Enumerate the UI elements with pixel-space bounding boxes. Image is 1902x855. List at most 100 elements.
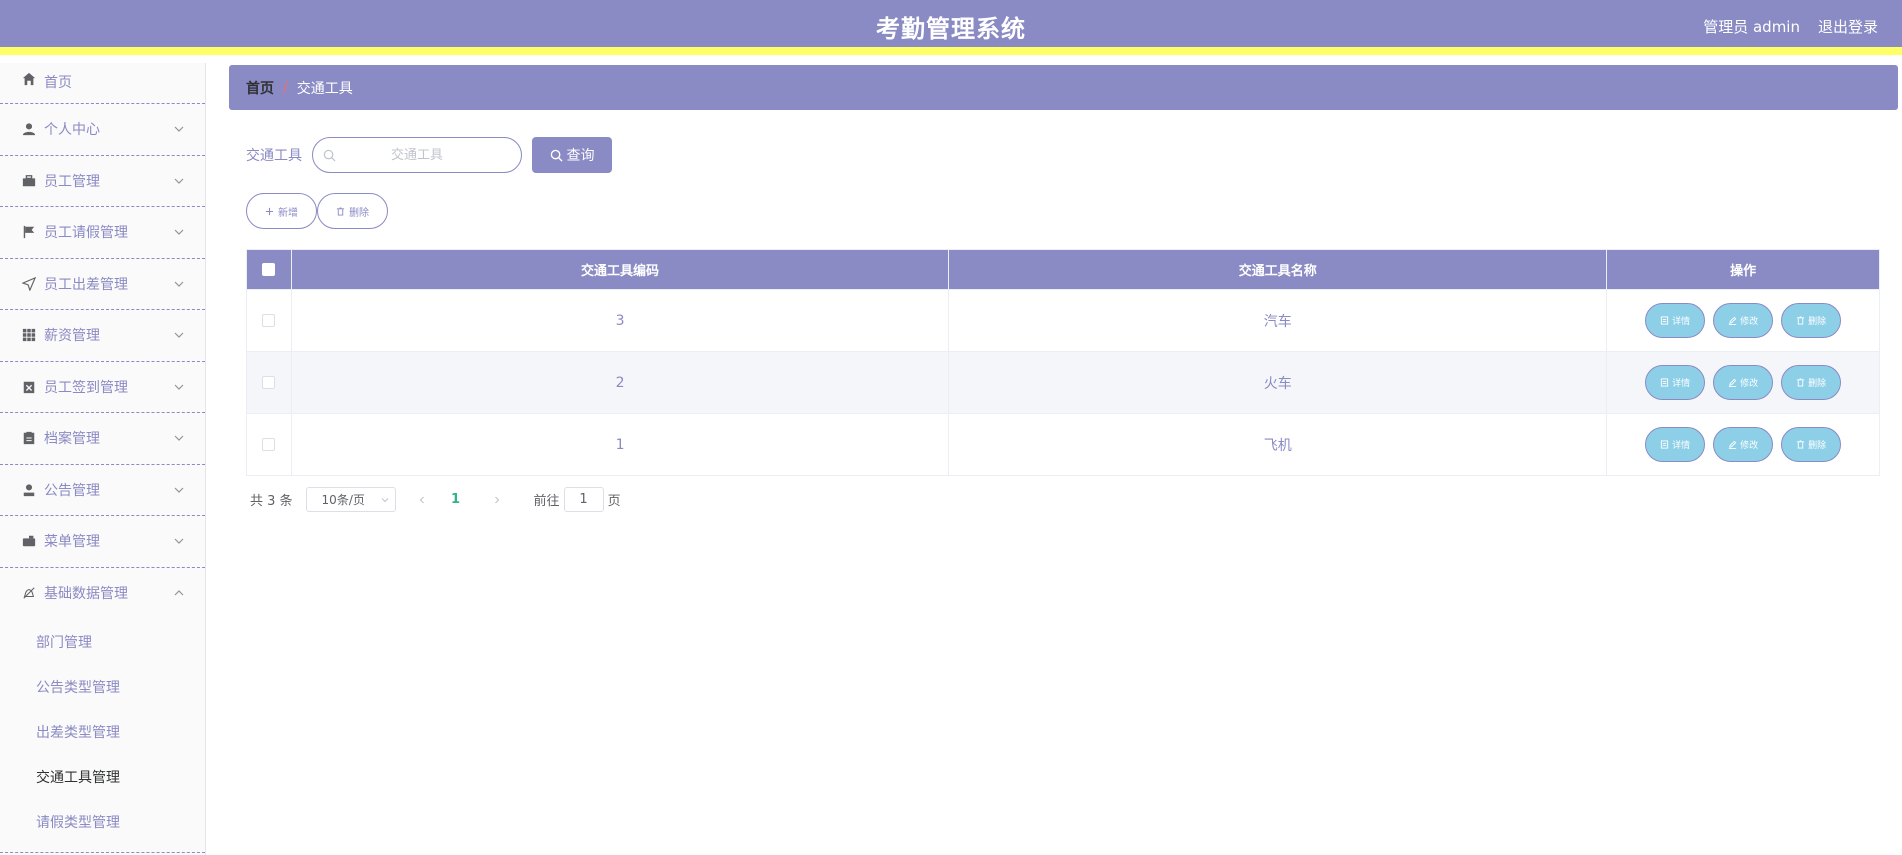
sidebar-item-label: 菜单管理 (44, 534, 100, 551)
top-header: 考勤管理系统 管理员 admin 退出登录 (0, 0, 1902, 55)
grid-icon (22, 328, 36, 342)
sidebar-item-personal-center[interactable]: 个人中心 (0, 104, 205, 156)
search-bar: 交通工具 查询 (246, 137, 612, 173)
column-header-actions: 操作 (1730, 264, 1757, 279)
chevron-down-icon (174, 384, 184, 390)
row-checkbox[interactable] (262, 314, 276, 327)
cell-code: 2 (292, 352, 950, 413)
sidebar-item-basic-data[interactable]: 基础数据管理 (0, 568, 205, 620)
sidebar-subitem-trip-type[interactable]: 出差类型管理 (0, 711, 205, 756)
batch-delete-button-label: 删除 (349, 207, 369, 219)
chevron-down-icon (174, 178, 184, 184)
next-page-button[interactable] (483, 487, 511, 512)
chevron-down-icon (174, 229, 184, 236)
page-size-select[interactable]: 10条/页 (305, 487, 396, 512)
edit-button-label: 修改 (1740, 441, 1759, 451)
transport-table: 交通工具编码 交通工具名称 操作 3 汽车 详情 修改 删除 2 火车 详情 修… (246, 249, 1880, 476)
sidebar-item-notice[interactable]: 公告管理 (0, 465, 205, 516)
sidebar-subitem-leave-type[interactable]: 请假类型管理 (0, 801, 205, 846)
briefcase-icon (22, 174, 36, 188)
column-header-code[interactable]: 交通工具编码 (292, 250, 950, 289)
search-icon (323, 149, 336, 162)
sidebar-item-business-trip[interactable]: 员工出差管理 (0, 259, 205, 310)
query-button-label: 查询 (566, 148, 595, 164)
trash-icon (1797, 316, 1805, 325)
detail-button[interactable]: 详情 (1645, 427, 1706, 462)
trash-icon (336, 206, 345, 216)
trash-icon (1797, 440, 1805, 449)
delete-button-label: 删除 (1808, 317, 1827, 327)
sidebar-item-label: 档案管理 (44, 431, 100, 448)
sidebar-item-label: 员工管理 (44, 173, 100, 190)
column-header-name[interactable]: 交通工具名称 (949, 250, 1608, 289)
sidebar-item-home[interactable]: 首页 (0, 63, 205, 104)
sidebar-subitem-transport[interactable]: 交通工具管理 (0, 756, 205, 801)
chevron-down-icon (174, 435, 184, 442)
add-button-label: 新增 (278, 207, 298, 219)
edit-icon (1729, 378, 1737, 387)
edit-button[interactable]: 修改 (1713, 427, 1774, 462)
chevron-left-icon (419, 496, 424, 503)
cell-name: 汽车 (949, 290, 1608, 351)
edit-button-label: 修改 (1740, 379, 1759, 389)
select-all-checkbox[interactable] (262, 263, 276, 276)
sidebar-item-sign-in[interactable]: 员工签到管理 (0, 362, 205, 413)
breadcrumb: 首页 / 交通工具 (229, 65, 1898, 110)
sidebar-item-menu[interactable]: 菜单管理 (0, 516, 205, 568)
goto-page-input[interactable] (563, 487, 604, 512)
delete-button[interactable]: 删除 (1781, 427, 1842, 462)
row-checkbox[interactable] (262, 438, 276, 451)
logout-button[interactable]: 退出登录 (1818, 16, 1878, 37)
wallet-icon (22, 534, 36, 548)
sidebar-item-salary[interactable]: 薪资管理 (0, 310, 205, 362)
page-number-current[interactable]: 1 (441, 492, 471, 507)
search-icon (550, 149, 563, 162)
sidebar-subitem-notice-type[interactable]: 公告类型管理 (0, 666, 205, 711)
batch-delete-button[interactable]: 删除 (317, 193, 388, 229)
delete-button[interactable]: 删除 (1781, 365, 1842, 400)
search-input[interactable] (313, 138, 521, 172)
delete-button[interactable]: 删除 (1781, 303, 1842, 338)
detail-button[interactable]: 详情 (1645, 303, 1706, 338)
sidebar-item-leave[interactable]: 员工请假管理 (0, 207, 205, 259)
trash-icon (1797, 378, 1805, 387)
sidebar-item-label: 首页 (44, 75, 72, 91)
sidebar-item-label: 员工请假管理 (44, 225, 128, 242)
edit-button[interactable]: 修改 (1713, 365, 1774, 400)
sidebar-item-employee[interactable]: 员工管理 (0, 156, 205, 207)
chevron-down-icon (174, 332, 184, 339)
cell-code: 3 (292, 290, 950, 351)
pagination-total: 共 3 条 (250, 494, 293, 509)
edit-button[interactable]: 修改 (1713, 303, 1774, 338)
document-icon (22, 431, 36, 445)
sidebar-subitem-department[interactable]: 部门管理 (0, 621, 205, 666)
prev-page-button[interactable] (408, 487, 436, 512)
table-row: 3 汽车 详情 修改 删除 (247, 289, 1879, 351)
chevron-up-icon (174, 590, 184, 596)
detail-button-label: 详情 (1672, 441, 1691, 451)
page-unit-label: 页 (607, 494, 621, 509)
document-icon (1661, 316, 1669, 325)
search-label: 交通工具 (246, 148, 302, 164)
breadcrumb-home[interactable]: 首页 (246, 78, 274, 98)
edit-button-label: 修改 (1740, 317, 1759, 327)
edit-icon (1729, 316, 1737, 325)
edit-icon (1729, 440, 1737, 449)
detail-button-label: 详情 (1672, 317, 1691, 327)
document-icon (1661, 440, 1669, 449)
document-icon (1661, 378, 1669, 387)
sidebar-item-archive[interactable]: 档案管理 (0, 413, 205, 465)
chevron-down-icon (174, 281, 184, 287)
bell-off-icon (22, 586, 36, 600)
breadcrumb-current: 交通工具 (296, 80, 353, 97)
cell-code: 1 (292, 414, 950, 475)
sidebar-item-label: 员工出差管理 (44, 276, 128, 293)
pagination: 共 3 条 10条/页 1 前往 页 (250, 487, 621, 512)
delete-button-label: 删除 (1808, 441, 1827, 451)
app-title: 考勤管理系统 (876, 15, 1026, 43)
add-button[interactable]: 新增 (246, 193, 317, 229)
detail-button[interactable]: 详情 (1645, 365, 1706, 400)
query-button[interactable]: 查询 (532, 137, 612, 173)
chevron-down-icon (381, 498, 388, 503)
row-checkbox[interactable] (262, 376, 276, 389)
